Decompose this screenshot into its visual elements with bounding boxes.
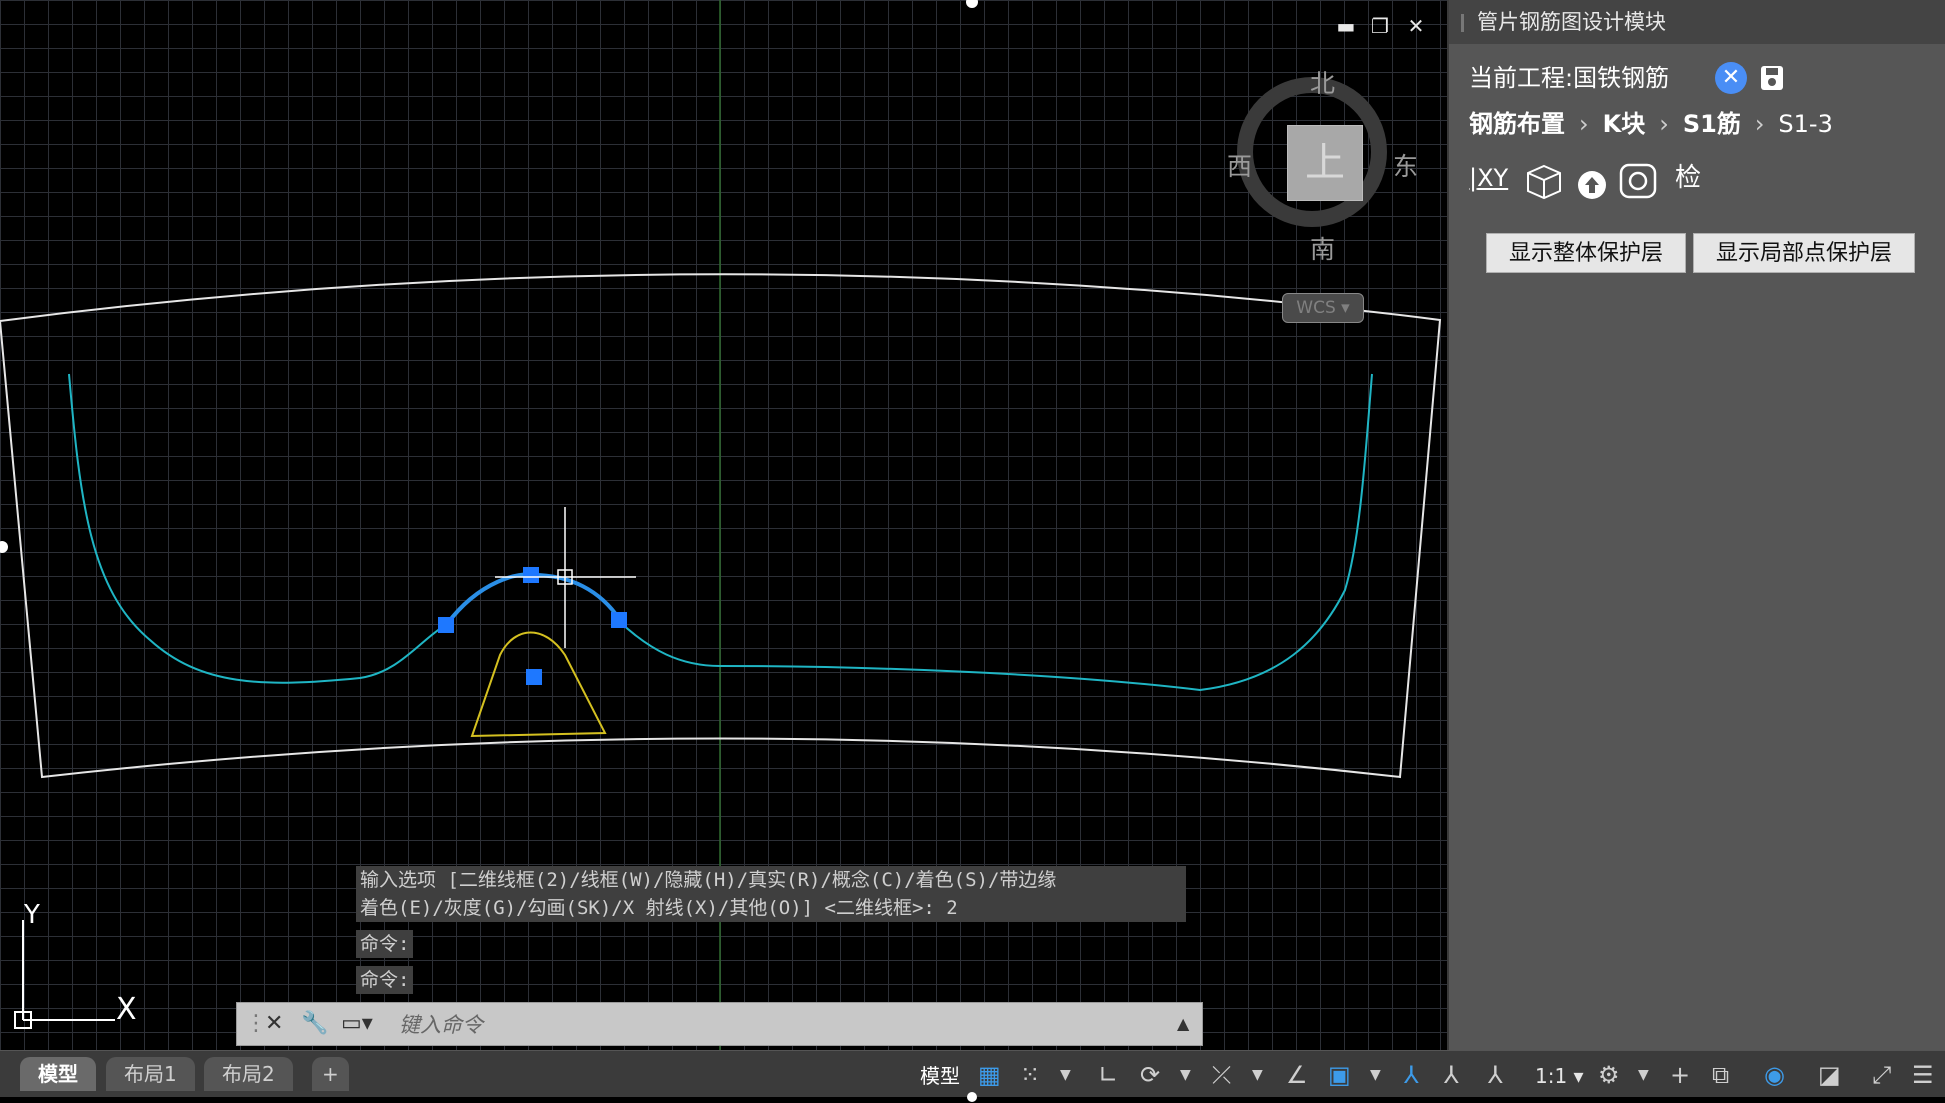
tab-layout1[interactable]: 布局1 <box>106 1057 195 1091</box>
annotation-scale-icon[interactable]: ⅄ <box>1488 1059 1503 1091</box>
clear-project-icon[interactable]: ✕ <box>1715 62 1747 94</box>
drawing-viewport[interactable]: ▬ ❐ ✕ 北 南 西 东 上 WCS ▾ Y X 输入选项 [二维线框(2)/… <box>0 0 1447 1050</box>
scale-value: 1:1 <box>1535 1064 1568 1088</box>
gear-icon[interactable]: ⚙ <box>1598 1059 1620 1091</box>
ucs-x-label: X <box>116 992 137 1027</box>
breadcrumb-item-k-block[interactable]: K块 <box>1603 110 1646 138</box>
check-button[interactable]: 检 <box>1675 158 1701 198</box>
resize-handle-icon[interactable] <box>0 541 8 553</box>
model-space-toggle[interactable]: 模型 <box>920 1061 960 1091</box>
menu-icon[interactable]: ☰ <box>1912 1059 1934 1091</box>
isodraft-icon[interactable]: ⤫ <box>1212 1059 1231 1091</box>
history-line: 输入选项 [二维线框(2)/线框(W)/隐藏(H)/真实(R)/概念(C)/着色… <box>360 869 1057 891</box>
rebar-line-right[interactable] <box>619 373 1373 692</box>
auto-scale-icon[interactable]: ⅄ <box>1444 1059 1459 1091</box>
chevron-right-icon: › <box>1659 110 1669 138</box>
status-bar: 模型 布局1 布局2 + 模型 ▦ ⁙ ▼ ∟ ⟳ ▼ ⤫ ▼ ∠ ▣ ▼ ⅄ … <box>0 1050 1945 1102</box>
drag-handle-icon[interactable]: ⋮ <box>245 1011 267 1037</box>
wcs-label: WCS <box>1296 298 1336 318</box>
resize-handle-icon[interactable] <box>966 0 978 8</box>
grip-square[interactable] <box>611 612 627 628</box>
xy-plane-icon[interactable]: |XY <box>1469 158 1508 198</box>
show-overall-cover-button[interactable]: 显示整体保护层 <box>1486 233 1686 273</box>
tab-layout2[interactable]: 布局2 <box>204 1057 293 1091</box>
chevron-down-icon[interactable]: ▼ <box>1060 1059 1071 1091</box>
history-line: 着色(E)/灰度(G)/勾画(SK)/X 射线(X)/其他(O)] <二维线框>… <box>360 897 958 919</box>
plus-icon[interactable]: + <box>1670 1059 1690 1091</box>
upload-arrow-icon[interactable] <box>1577 165 1607 205</box>
command-history-block: 输入选项 [二维线框(2)/线框(W)/隐藏(H)/真实(R)/概念(C)/着色… <box>356 866 1186 922</box>
history-line: 命令: <box>356 966 414 994</box>
command-prompt-icon[interactable]: ▭▾ <box>341 1011 373 1037</box>
ucs-icon: Y X <box>10 900 150 1034</box>
object-snap-tracking-icon[interactable]: ∠ <box>1286 1059 1308 1091</box>
ucs-y-label: Y <box>24 900 40 930</box>
tab-model[interactable]: 模型 <box>20 1057 96 1091</box>
resize-handle-icon[interactable] <box>966 1091 978 1103</box>
grip-square[interactable] <box>523 567 539 583</box>
command-line[interactable]: ⋮ ✕ 🔧 ▭▾ ▲ <box>236 1002 1203 1046</box>
viewcube-west[interactable]: 西 <box>1227 147 1252 183</box>
viewcube-north[interactable]: 北 <box>1310 64 1335 100</box>
history-line: 命令: <box>356 930 414 958</box>
close-command-icon[interactable]: ✕ <box>265 1011 283 1037</box>
viewcube-top-face[interactable]: 上 <box>1287 125 1363 201</box>
grid-icon[interactable]: ▦ <box>978 1059 1001 1091</box>
chevron-right-icon: › <box>1754 110 1765 138</box>
show-local-cover-button[interactable]: 显示局部点保护层 <box>1693 233 1915 273</box>
hardware-acceleration-icon[interactable]: ◪ <box>1818 1059 1841 1091</box>
3d-view-icon[interactable] <box>1525 162 1563 202</box>
project-label: 当前工程:国铁钢筋 <box>1469 64 1670 92</box>
camera-icon[interactable] <box>1619 161 1657 201</box>
panel-title: 管片钢筋图设计模块 <box>1449 0 1945 44</box>
snap-icon[interactable]: ⁙ <box>1020 1059 1040 1091</box>
isolate-objects-icon[interactable]: ◉ <box>1764 1059 1785 1091</box>
grip-square[interactable] <box>526 669 542 685</box>
breadcrumb-item-rebar-layout[interactable]: 钢筋布置 <box>1469 110 1565 138</box>
rebar-line[interactable] <box>68 373 448 684</box>
chevron-down-icon[interactable]: ▼ <box>1370 1059 1381 1091</box>
breadcrumb-item-s1-3[interactable]: S1-3 <box>1778 110 1832 138</box>
chevron-right-icon: › <box>1579 110 1589 138</box>
expand-history-icon[interactable]: ▲ <box>1177 1011 1189 1037</box>
grip-square[interactable] <box>438 617 454 633</box>
customize-wrench-icon[interactable]: 🔧 <box>301 1011 328 1037</box>
wcs-dropdown[interactable]: WCS ▾ <box>1282 293 1364 323</box>
breadcrumb: 钢筋布置 › K块 › S1筋 › S1-3 <box>1469 106 1833 142</box>
object-snap-icon[interactable]: ▣ <box>1328 1059 1351 1091</box>
annotation-visibility-icon[interactable]: ⅄ <box>1404 1059 1419 1091</box>
annotation-scale-selector[interactable]: 1:1 ▾ <box>1535 1061 1584 1091</box>
viewcube-south[interactable]: 南 <box>1310 230 1335 266</box>
command-input[interactable] <box>397 1009 1161 1041</box>
chevron-down-icon[interactable]: ▼ <box>1252 1059 1263 1091</box>
chevron-down-icon[interactable]: ▼ <box>1638 1059 1649 1091</box>
breadcrumb-item-s1[interactable]: S1筋 <box>1683 110 1741 138</box>
close-icon[interactable]: ✕ <box>1404 14 1428 38</box>
fullscreen-icon[interactable]: ⤢ <box>1872 1059 1891 1091</box>
save-icon[interactable] <box>1759 64 1785 92</box>
xy-label: XY <box>1477 164 1509 192</box>
viewcube[interactable]: 北 南 西 东 上 WCS ▾ <box>1225 60 1425 330</box>
restore-icon[interactable]: ❐ <box>1368 14 1392 38</box>
minimize-icon[interactable]: ▬ <box>1334 14 1358 38</box>
viewcube-east[interactable]: 东 <box>1393 147 1418 183</box>
project-row: 当前工程:国铁钢筋 ✕ <box>1469 58 1783 98</box>
quick-properties-icon[interactable]: ⧉ <box>1712 1059 1729 1091</box>
rebar-design-panel: 管片钢筋图设计模块 当前工程:国铁钢筋 ✕ 钢筋布置 › K块 › S1筋 › S1-3 |… <box>1447 0 1945 1050</box>
add-tab-button[interactable]: + <box>312 1057 349 1091</box>
ortho-icon[interactable]: ∟ <box>1098 1059 1118 1091</box>
polar-tracking-icon[interactable]: ⟳ <box>1140 1059 1160 1091</box>
chevron-down-icon[interactable]: ▼ <box>1180 1059 1191 1091</box>
